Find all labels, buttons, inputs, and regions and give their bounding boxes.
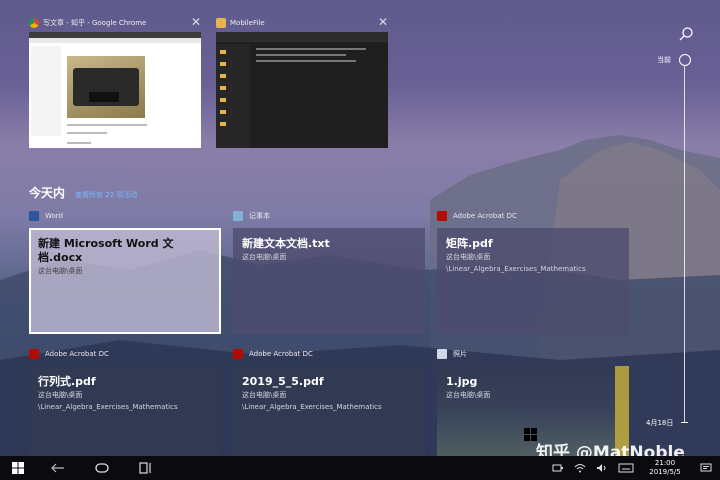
card-app-name: Adobe Acrobat DC (453, 212, 517, 220)
card-location: 这台电脑\桌面 (446, 253, 491, 261)
system-tray: 21:00 2019/5/5 (547, 456, 720, 480)
card-location: 这台电脑\桌面 (38, 267, 83, 275)
acrobat-icon (233, 349, 243, 359)
card-app-row: 照片 (437, 346, 629, 362)
card-title: 2019_5_5.pdf (242, 375, 324, 388)
card-app-row: Adobe Acrobat DC (29, 346, 221, 362)
card-title: 矩阵.pdf (446, 237, 493, 250)
card-title: 1.jpg (446, 375, 478, 388)
back-arrow-icon (51, 463, 64, 473)
wifi-icon[interactable] (572, 462, 588, 474)
card-app-row: 记事本 (233, 208, 425, 224)
card-app-name: 照片 (453, 350, 467, 358)
notepad-icon (233, 211, 243, 221)
clock-time: 21:00 (654, 459, 676, 467)
card-app-name: 记事本 (249, 212, 270, 220)
acrobat-icon (29, 349, 39, 359)
see-all-activities-link[interactable]: 查看所有 22 项活动 (75, 190, 137, 200)
card-title: 新建文本文档.txt (242, 237, 330, 250)
window-thumbnail-chrome[interactable]: 写文章 - 知乎 - Google Chrome ✕ (29, 14, 201, 148)
clock[interactable]: 21:00 2019/5/5 (639, 459, 691, 477)
window-preview (29, 32, 201, 148)
window-title-row: 写文章 - 知乎 - Google Chrome ✕ (29, 14, 201, 32)
card-app-row: Adobe Acrobat DC (437, 208, 629, 224)
network-icon[interactable] (550, 462, 566, 474)
card-app-name: Word (45, 212, 63, 220)
window-thumbnail-explorer[interactable]: MobileFile ✕ (216, 14, 388, 148)
windows-start-icon (12, 462, 24, 474)
gamepad-icon (95, 463, 109, 473)
chrome-icon (29, 18, 39, 28)
start-button[interactable] (0, 456, 36, 480)
window-preview (216, 32, 388, 148)
close-icon[interactable]: ✕ (378, 14, 388, 30)
card-location-path: \Linear_Algebra_Exercises_Mathematics (38, 403, 178, 411)
window-title-row: MobileFile ✕ (216, 14, 388, 32)
card-location: 这台电脑\桌面 (242, 391, 287, 399)
activity-card-group[interactable]: Word 新建 Microsoft Word 文档.docx 这台电脑\桌面 (29, 208, 221, 334)
card-app-name: Adobe Acrobat DC (249, 350, 313, 358)
search-icon[interactable] (678, 26, 694, 42)
volume-icon[interactable] (594, 462, 610, 474)
activity-card-group[interactable]: Adobe Acrobat DC 矩阵.pdf 这台电脑\桌面 \Linear_… (437, 208, 629, 334)
card-location: 这台电脑\桌面 (242, 253, 287, 261)
activity-card[interactable]: 矩阵.pdf 这台电脑\桌面 \Linear_Algebra_Exercises… (437, 228, 629, 334)
section-title: 今天内 (29, 186, 66, 200)
section-header: 今天内 查看所有 22 项活动 (29, 184, 137, 201)
card-title: 新建 Microsoft Word 文档.docx (38, 237, 174, 264)
activity-card-group[interactable]: 记事本 新建文本文档.txt 这台电脑\桌面 (233, 208, 425, 334)
timeline-track[interactable] (684, 66, 685, 423)
folder-icon (216, 18, 226, 28)
photos-icon (437, 349, 447, 359)
keyboard-icon[interactable] (616, 462, 636, 474)
notifications-icon[interactable] (698, 462, 714, 474)
task-view-button[interactable] (124, 456, 168, 480)
acrobat-icon (437, 211, 447, 221)
timeline-slider-knob[interactable] (679, 54, 691, 66)
cortana-button[interactable] (80, 456, 124, 480)
card-location: 这台电脑\桌面 (38, 391, 83, 399)
clock-date: 2019/5/5 (649, 468, 681, 476)
timeline-tick (681, 422, 688, 423)
activity-card[interactable]: 新建 Microsoft Word 文档.docx 这台电脑\桌面 (29, 228, 221, 334)
activity-card-group[interactable]: Adobe Acrobat DC 2019_5_5.pdf 这台电脑\桌面 \L… (233, 346, 425, 472)
close-icon[interactable]: ✕ (191, 14, 201, 30)
timeline-date-label: 4月18日 (646, 419, 674, 427)
task-view-icon (139, 462, 151, 474)
card-location-path: \Linear_Algebra_Exercises_Mathematics (242, 403, 382, 411)
activity-card[interactable]: 新建文本文档.txt 这台电脑\桌面 (233, 228, 425, 334)
window-title: 写文章 - 知乎 - Google Chrome (43, 19, 147, 27)
card-app-row: Word (29, 208, 221, 224)
card-location: 这台电脑\桌面 (446, 391, 491, 399)
activity-card-group[interactable]: Adobe Acrobat DC 行列式.pdf 这台电脑\桌面 \Linear… (29, 346, 221, 472)
card-app-name: Adobe Acrobat DC (45, 350, 109, 358)
taskbar: 21:00 2019/5/5 (0, 456, 720, 480)
timeline-current-label: 当前 (657, 56, 671, 64)
window-title: MobileFile (230, 19, 265, 27)
word-icon (29, 211, 39, 221)
card-title: 行列式.pdf (38, 375, 96, 388)
card-location-path: \Linear_Algebra_Exercises_Mathematics (446, 265, 586, 273)
card-app-row: Adobe Acrobat DC (233, 346, 425, 362)
back-button[interactable] (36, 456, 80, 480)
